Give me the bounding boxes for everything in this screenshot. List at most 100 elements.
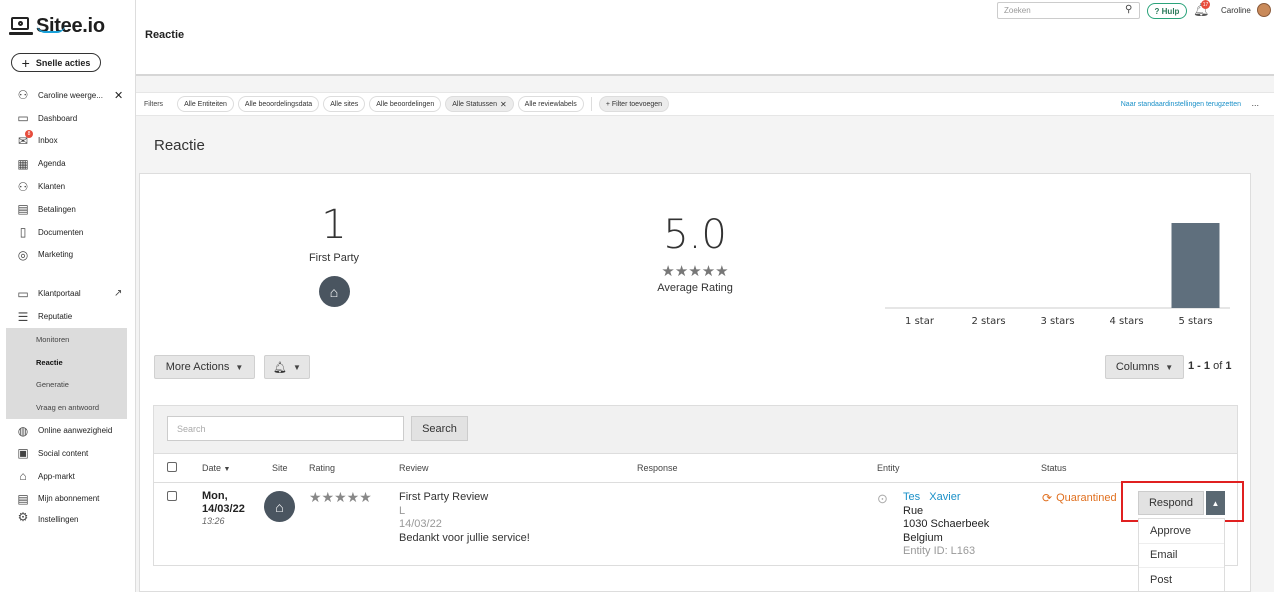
column-status: Status xyxy=(1041,463,1067,473)
review-date-value: 14/03/22 xyxy=(202,503,245,515)
sort-desc-icon: ▼ xyxy=(223,466,231,473)
sidebar-item-betalingen[interactable]: ▤ Betalingen xyxy=(0,198,136,221)
column-rating: Rating xyxy=(309,463,336,473)
sidebar-item-label: Monitoren xyxy=(36,334,70,344)
chevron-down-icon: ▼ xyxy=(1165,362,1174,372)
payments-icon: ▤ xyxy=(17,202,29,217)
sidebar-item-label: Betalingen xyxy=(38,204,76,214)
sidebar-item-online-aanwezigheid[interactable]: ◍ Online aanwezigheid xyxy=(0,419,136,442)
filter-chip-dates[interactable]: Alle beoordelingsdata xyxy=(237,96,320,112)
sidebar-item-reputatie[interactable]: ☰ Reputatie xyxy=(0,305,136,328)
filter-chip-entities[interactable]: Alle Entiteiten xyxy=(177,96,234,112)
column-label: Date xyxy=(202,463,222,473)
external-link-icon[interactable]: ↗ xyxy=(114,288,122,299)
columns-button[interactable]: Columns ▼ xyxy=(1105,355,1184,379)
quick-actions-button[interactable]: + Snelle acties xyxy=(11,53,101,72)
average-rating-stat: 5.0 ★★★★★ Average Rating xyxy=(630,212,760,294)
sidebar-item-label: Instellingen xyxy=(38,515,79,525)
notifications-button[interactable]: 🔔︎ 17 xyxy=(1193,0,1210,18)
reviews-table: Search Search Date ▼ Site Rating Review … xyxy=(153,405,1238,566)
table-search-button[interactable]: Search xyxy=(411,416,468,441)
globe-icon: ◍ xyxy=(17,423,29,438)
sidebar-item-monitoren[interactable]: Monitoren xyxy=(6,328,127,351)
dashboard-icon: ▭ xyxy=(17,111,29,126)
menu-item-email[interactable]: Email xyxy=(1139,544,1224,569)
close-icon[interactable]: ✕ xyxy=(500,100,507,109)
entity-id: Entity ID: L163 xyxy=(903,545,976,557)
entity-country: Belgium xyxy=(903,531,943,544)
table-search-input[interactable]: Search xyxy=(167,416,404,441)
location-pin-icon: ⊙ xyxy=(877,491,888,506)
page-header: Reactie xyxy=(136,22,1274,76)
document-icon: ▯ xyxy=(19,225,27,240)
filter-chip-labels[interactable]: Alle reviewlabels xyxy=(517,96,584,112)
select-all-checkbox[interactable] xyxy=(167,462,177,472)
sidebar-item-mijn-abonnement[interactable]: ▤ Mijn abonnement xyxy=(0,488,136,511)
menu-item-post[interactable]: Post xyxy=(1139,568,1224,592)
sidebar-item-generatie[interactable]: Generatie xyxy=(6,374,127,397)
logo-swoosh-icon xyxy=(37,25,65,33)
page-title: Reactie xyxy=(154,137,205,154)
star-rating-icon: ★★★★★ xyxy=(309,489,372,505)
search-icon[interactable]: ⚲ xyxy=(1125,4,1132,15)
global-search-input[interactable]: Zoeken xyxy=(997,2,1140,19)
sidebar-item-klanten[interactable]: ⚇ Klanten xyxy=(0,175,136,198)
review-title[interactable]: First Party Review xyxy=(399,491,530,505)
column-date[interactable]: Date ▼ xyxy=(202,463,230,473)
sidebar-item-klantportaal[interactable]: ▭ Klantportaal ↗ xyxy=(0,282,136,305)
filters-label: Filters xyxy=(144,100,164,108)
sidebar-item-dashboard[interactable]: ▭ Dashboard xyxy=(0,107,136,130)
chart-bar-5-star xyxy=(1171,223,1220,308)
inbox-badge: 8 xyxy=(25,129,33,138)
filter-chip-statuses[interactable]: Alle Statussen ✕ xyxy=(445,96,514,112)
sidebar-item-label: Documenten xyxy=(38,227,84,237)
sidebar-item-inbox[interactable]: ✉ 8 Inbox xyxy=(0,129,136,153)
sidebar-item-marketing[interactable]: ◎ Marketing xyxy=(0,244,136,267)
user-name[interactable]: Caroline xyxy=(1221,6,1251,15)
average-rating-label: Average Rating xyxy=(657,282,733,294)
notifications-dropdown-button[interactable]: 🔔︎ ▼ xyxy=(264,355,310,379)
column-response: Response xyxy=(637,463,678,473)
sidebar-item-vraag-en-antwoord[interactable]: Vraag en antwoord xyxy=(6,396,127,419)
portal-icon: ▭ xyxy=(17,286,29,301)
rating-distribution-chart: 1 star 2 stars 3 stars 4 stars 5 stars xyxy=(885,218,1230,330)
review-count: 1 xyxy=(321,202,347,248)
sidebar-item-agenda[interactable]: ▦ Agenda xyxy=(0,152,136,175)
more-options-icon[interactable]: ... xyxy=(1251,98,1259,108)
filter-bar: Filters Alle Entiteiten Alle beoordeling… xyxy=(136,92,1274,116)
marketing-icon: ◎ xyxy=(17,247,29,262)
star-rating-icon: ★★★★★ xyxy=(661,263,729,280)
filter-chip-ratings[interactable]: Alle beoordelingen xyxy=(369,96,442,112)
reset-filters-link[interactable]: Naar standaardinstellingen terugzetten xyxy=(1121,101,1241,108)
close-icon[interactable]: ✕ xyxy=(114,89,123,102)
sidebar-item-instellingen[interactable]: ⚙ Instellingen xyxy=(0,510,136,524)
sidebar-item-account[interactable]: ⚇ Caroline weerge... ✕ xyxy=(0,84,136,107)
subscription-icon: ▤ xyxy=(17,491,29,506)
notification-count: 17 xyxy=(1201,0,1210,9)
sidebar-item-reactie[interactable]: Reactie xyxy=(6,351,127,374)
add-filter-button[interactable]: + Filter toevoegen xyxy=(598,96,670,112)
review-day: Mon, xyxy=(202,490,228,502)
menu-item-approve[interactable]: Approve xyxy=(1139,519,1224,544)
table-row: Mon, 14/03/22 13:26 ⌂ ★★★★★ First Party R… xyxy=(154,483,1237,567)
sidebar-item-documenten[interactable]: ▯ Documenten xyxy=(0,221,136,244)
reputation-icon: ☰ xyxy=(17,309,29,324)
filter-chip-sites[interactable]: Alle sites xyxy=(323,96,366,112)
entity-link[interactable]: Tes Xavier xyxy=(903,491,989,505)
home-icon: ⌂ xyxy=(264,491,295,522)
help-button[interactable]: ? Hulp xyxy=(1147,3,1187,19)
chart-svg: 1 star 2 stars 3 stars 4 stars 5 stars xyxy=(885,223,1230,327)
sidebar-item-label: Social content xyxy=(38,448,89,458)
row-checkbox[interactable] xyxy=(167,491,177,501)
top-bar: Zoeken ⚲ ? Hulp 🔔︎ 17 Caroline xyxy=(136,0,1279,22)
bell-icon: 🔔︎ xyxy=(273,361,288,374)
review-time: 13:26 xyxy=(202,516,225,526)
status-label: Quarantined xyxy=(1056,492,1117,504)
avatar[interactable] xyxy=(1257,3,1271,17)
sidebar-item-social-content[interactable]: ▣ Social content xyxy=(0,442,136,465)
chevron-down-icon: ▼ xyxy=(235,362,244,372)
review-text: Bedankt voor jullie service! xyxy=(399,531,530,544)
more-actions-button[interactable]: More Actions ▼ xyxy=(154,355,255,379)
sidebar-item-app-markt[interactable]: ⌂ App-markt xyxy=(0,465,136,488)
calendar-icon: ▦ xyxy=(17,156,29,171)
